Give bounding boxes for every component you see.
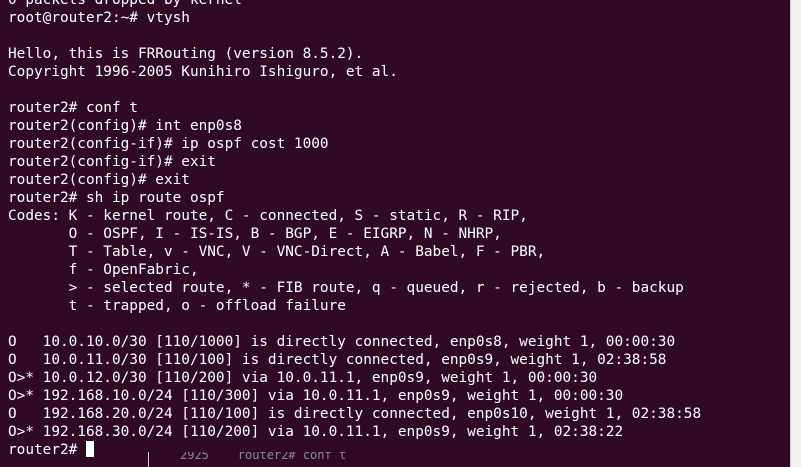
- terminal-line: t - trapped, o - offload failure: [8, 298, 346, 314]
- terminal-line: O 192.168.20.0/24 [110/100] is directly …: [8, 406, 702, 422]
- background-window-peek: 2925 router2# conf t: [148, 452, 790, 467]
- terminal-line: Codes: K - kernel route, C - connected, …: [8, 208, 528, 224]
- background-window-text: 2925 router2# conf t: [180, 452, 347, 462]
- terminal-line: Hello, this is FRRouting (version 8.5.2)…: [8, 46, 364, 62]
- terminal-line: router2(config)# exit: [8, 172, 190, 188]
- text-cursor: [85, 441, 94, 457]
- terminal-line: router2# sh ip route ospf: [8, 190, 225, 206]
- terminal-line: > - selected route, * - FIB route, q - q…: [8, 280, 684, 296]
- terminal-line: root@router2:~# vtysh: [8, 10, 190, 26]
- terminal-line: Copyright 1996-2005 Kunihiro Ishiguro, e…: [8, 64, 398, 80]
- terminal-line: 0 packets dropped by kernel: [8, 0, 242, 8]
- terminal-line: f - OpenFabric,: [8, 262, 199, 278]
- terminal-line: O - OSPF, I - IS-IS, B - BGP, E - EIGRP,…: [8, 226, 502, 242]
- terminal-line: O 10.0.11.0/30 [110/100] is directly con…: [8, 352, 667, 368]
- terminal-line: router2(config-if)# ip ospf cost 1000: [8, 136, 329, 152]
- terminal-line: router2(config)# int enp0s8: [8, 118, 242, 134]
- terminal-line: O 10.0.10.0/30 [110/1000] is directly co…: [8, 334, 676, 350]
- terminal-line: O>* 10.0.12.0/30 [110/200] via 10.0.11.1…: [8, 370, 598, 386]
- terminal-line: T - Table, v - VNC, V - VNC-Direct, A - …: [8, 244, 546, 260]
- terminal-line: router2(config-if)# exit: [8, 154, 216, 170]
- terminal-line: router2# conf t: [8, 100, 138, 116]
- background-divider: [148, 452, 149, 467]
- side-panel-edge: [790, 0, 801, 467]
- terminal-line: O>* 192.168.30.0/24 [110/200] via 10.0.1…: [8, 424, 624, 440]
- side-panel-separator: [790, 0, 791, 467]
- terminal-output: 0 packets dropped by kernel root@router2:…: [8, 0, 701, 459]
- terminal-window[interactable]: 0 packets dropped by kernel root@router2:…: [0, 0, 801, 467]
- terminal-prompt: router2#: [8, 442, 86, 458]
- terminal-line: O>* 192.168.10.0/24 [110/300] via 10.0.1…: [8, 388, 624, 404]
